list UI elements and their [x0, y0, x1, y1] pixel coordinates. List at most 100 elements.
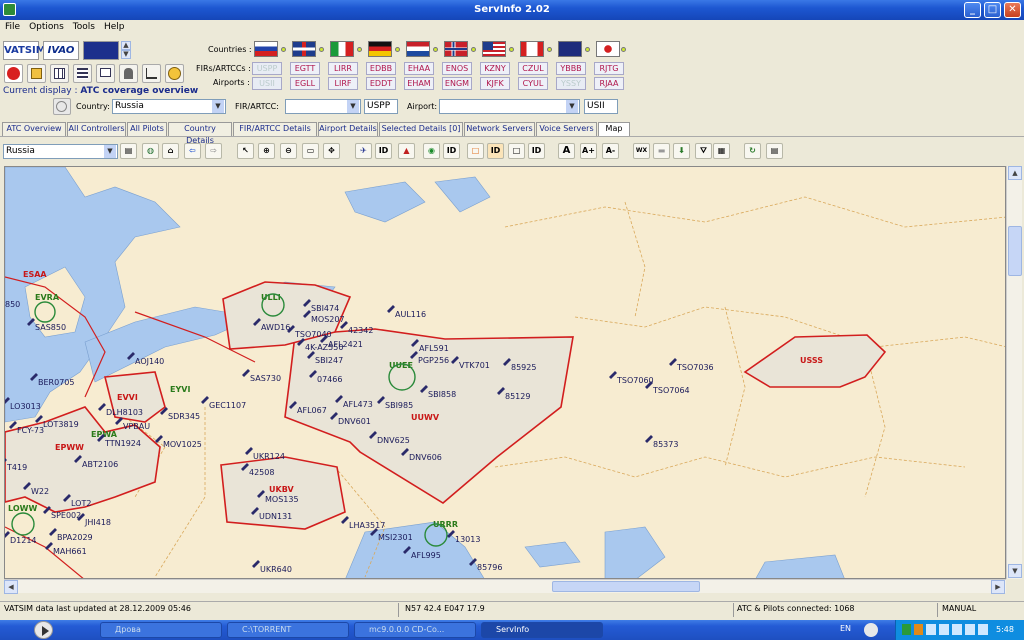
canada-flag-icon[interactable] [520, 41, 544, 57]
tab-airport-details[interactable]: Airport Details [318, 122, 378, 136]
aircraft-callsign[interactable]: VPBAU [123, 422, 150, 431]
aircraft-callsign[interactable]: PGP256 [418, 356, 449, 365]
export-icon[interactable]: ▤ [766, 143, 783, 159]
aircraft-callsign[interactable]: 85373 [653, 440, 678, 449]
aircraft-icon[interactable] [645, 435, 653, 443]
tab-all-controllers[interactable]: All Controllers [67, 122, 126, 136]
aircraft-callsign[interactable]: ABT2106 [82, 460, 118, 469]
tab-voice-servers[interactable]: Voice Servers [536, 122, 597, 136]
aircraft-callsign[interactable]: 07466 [317, 375, 342, 384]
map-canvas[interactable]: ESAA EVVI EYVI EPWA EPWW UUWV UUEE ULLI … [4, 166, 1006, 579]
airport-button-cyul[interactable]: CYUL [518, 77, 548, 90]
aircraft-callsign[interactable]: TSO7060 [616, 376, 654, 385]
map-svg[interactable]: ESAA EVVI EYVI EPWA EPWW UUWV UUEE ULLI … [5, 167, 1006, 579]
tab-network-servers[interactable]: Network Servers [464, 122, 535, 136]
vertical-scroll-thumb[interactable] [1008, 226, 1022, 276]
list-button[interactable] [73, 64, 92, 83]
aircraft-icon[interactable] [669, 358, 677, 366]
airport-button-yssy[interactable]: YSSY [556, 77, 586, 90]
scroll-right-icon[interactable]: ▶ [991, 580, 1005, 594]
airport-button-eddt[interactable]: EDDT [366, 77, 396, 90]
netherlands-flag-icon[interactable] [406, 41, 430, 57]
aircraft-callsign[interactable]: LOT3819 [43, 420, 79, 429]
menu-options[interactable]: Options [24, 20, 68, 32]
tray-icon[interactable] [902, 624, 911, 635]
fir-button-rjtg[interactable]: RJTG [594, 62, 624, 75]
airport-button-usii[interactable]: USII [252, 77, 282, 90]
vatsim-logo[interactable]: VATSIM [3, 41, 46, 60]
map-config-icon[interactable]: ▦ [713, 143, 730, 159]
aircraft-callsign[interactable]: MOV1025 [163, 440, 202, 449]
zoom-rect-icon[interactable]: ▭ [302, 143, 319, 159]
title-bar[interactable]: ServInfo 2.02 _ □ ✕ [0, 0, 1024, 20]
filter-icon[interactable]: ⛛ [695, 143, 712, 159]
airport-id-toggle[interactable]: ID [528, 143, 545, 159]
aircraft-callsign[interactable]: DNV606 [409, 453, 442, 462]
tab-selected-details[interactable]: Selected Details [0] [379, 122, 463, 136]
taskbar-item-active[interactable]: ServInfo [481, 622, 603, 638]
controller-icon[interactable]: ◉ [423, 143, 440, 159]
controller-id-toggle[interactable]: ID [443, 143, 460, 159]
airport-button-kjfk[interactable]: KJFK [480, 77, 510, 90]
tray-icon[interactable] [939, 624, 949, 635]
tab-fir-artcc-details[interactable]: FIR/ARTCC Details [233, 122, 317, 136]
aircraft-callsign[interactable]: MOS135 [265, 495, 299, 504]
aircraft-callsign[interactable]: AOJ140 [135, 357, 164, 366]
fir-button-ybbb[interactable]: YBBB [556, 62, 586, 75]
aircraft-callsign[interactable]: JHI418 [84, 518, 111, 527]
font-smaller-icon[interactable]: A- [602, 143, 619, 159]
airport-square-icon[interactable]: □ [508, 143, 525, 159]
airport-code-field[interactable]: USII [584, 99, 618, 114]
cloud-icon[interactable]: ▬ [653, 143, 670, 159]
aircraft-callsign[interactable]: D1214 [10, 536, 37, 545]
refresh-icon[interactable]: ↻ [744, 143, 761, 159]
tower-button[interactable] [119, 64, 138, 83]
tab-all-pilots[interactable]: All Pilots [127, 122, 167, 136]
aircraft-icon[interactable] [9, 421, 17, 429]
scroll-up-icon[interactable]: ▲ [1008, 166, 1022, 180]
aircraft-icon[interactable] [201, 396, 209, 404]
tray-icon[interactable] [914, 624, 923, 635]
aircraft-callsign[interactable]: AWD16 [261, 323, 290, 332]
aircraft-callsign[interactable]: W22 [31, 487, 49, 496]
aircraft-icon[interactable]: ✈ [355, 143, 372, 159]
scroll-left-icon[interactable]: ◀ [4, 580, 18, 594]
aircraft-callsign[interactable]: MSI2301 [378, 533, 413, 542]
aircraft-callsign[interactable]: SAS730 [250, 374, 281, 383]
aircraft-callsign[interactable]: UKR124 [253, 452, 285, 461]
airport-select[interactable] [439, 99, 580, 114]
aircraft-callsign[interactable]: VTK701 [459, 361, 490, 370]
media-icon[interactable] [864, 623, 878, 637]
aircraft-callsign[interactable]: SBI474 [311, 304, 339, 313]
aircraft-callsign[interactable]: MAH661 [53, 547, 87, 556]
aircraft-callsign[interactable]: AFL995 [411, 551, 441, 560]
home-icon[interactable]: ⌂ [162, 143, 179, 159]
map-settings-icon[interactable]: ▤ [120, 143, 137, 159]
aircraft-callsign[interactable]: 85925 [511, 363, 536, 372]
norway-flag-icon[interactable] [444, 41, 468, 57]
map-horizontal-scrollbar[interactable]: ◀ ▶ [4, 579, 1006, 594]
menu-tools[interactable]: Tools [68, 20, 99, 32]
clock-button[interactable] [165, 64, 184, 83]
fir-button-egtt[interactable]: EGTT [290, 62, 320, 75]
aircraft-callsign[interactable]: BPA2029 [57, 533, 93, 542]
aircraft-callsign[interactable]: SAS850 [35, 323, 66, 332]
airport-button-lirf[interactable]: LIRF [328, 77, 358, 90]
forward-arrow-icon[interactable]: ⇨ [205, 143, 222, 159]
aircraft-callsign[interactable]: AFL473 [343, 400, 373, 409]
aircraft-callsign[interactable]: TSO7036 [676, 363, 714, 372]
aircraft-callsign[interactable]: UDN131 [259, 512, 292, 521]
fir-artcc-select[interactable] [285, 99, 361, 114]
altitude-icon[interactable]: ▲ [398, 143, 415, 159]
aircraft-icon[interactable] [609, 371, 617, 379]
fir-button-edbb[interactable]: EDBB [366, 62, 396, 75]
start-button[interactable] [0, 620, 60, 640]
fir-button-ehaa[interactable]: EHAA [404, 62, 434, 75]
weather-icon[interactable]: WX [633, 143, 650, 159]
tray-icon[interactable] [952, 624, 962, 635]
stop-button[interactable] [4, 64, 23, 83]
aircraft-callsign[interactable]: FCY-73 [17, 426, 44, 435]
aircraft-callsign[interactable]: LOT2 [71, 499, 91, 508]
close-button[interactable]: ✕ [1004, 2, 1021, 18]
taskbar-item[interactable]: mc9.0.0.0 CD-Co... [354, 622, 476, 638]
